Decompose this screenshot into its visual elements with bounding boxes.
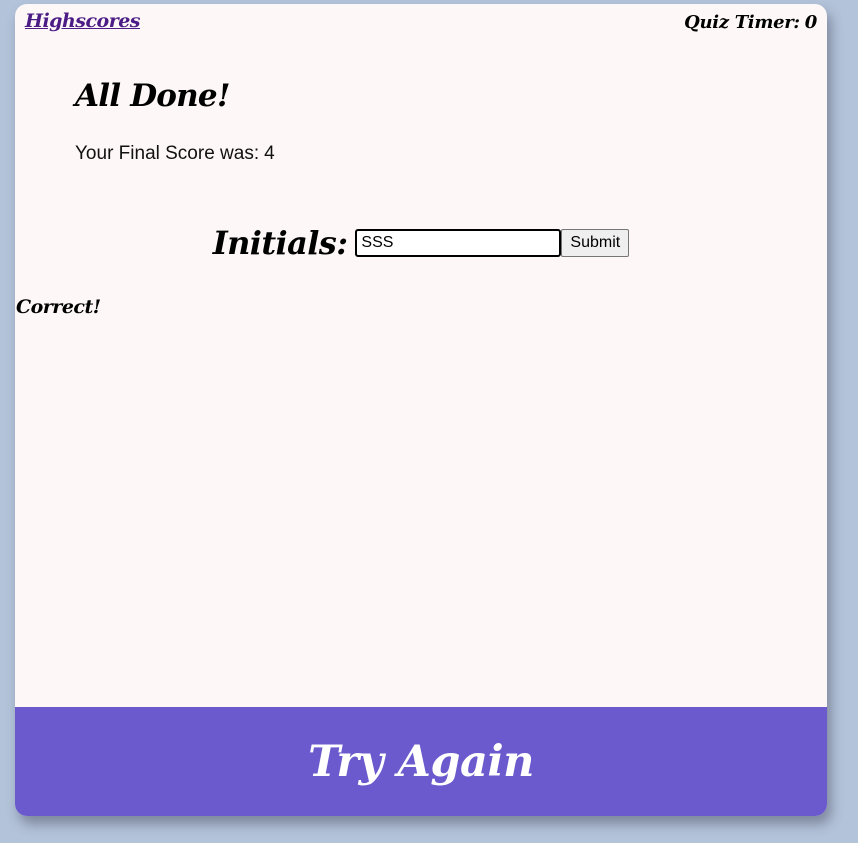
initials-label: Initials: [212, 224, 348, 262]
quiz-timer: Quiz Timer: 0 [684, 12, 817, 33]
final-score-label: Your Final Score was: [75, 143, 260, 164]
answer-feedback: Correct! [16, 296, 101, 318]
initials-form: Initials: Submit [15, 224, 827, 262]
highscores-link[interactable]: Highscores [25, 10, 141, 32]
initials-input[interactable] [355, 229, 562, 257]
timer-value: 0 [804, 12, 818, 33]
submit-button[interactable]: Submit [561, 229, 630, 257]
final-score: Your Final Score was: 4 [75, 143, 275, 165]
page-title: All Done! [75, 78, 230, 114]
quiz-card: Highscores Quiz Timer: 0 All Done! Your F… [15, 4, 827, 816]
final-score-value: 4 [264, 143, 275, 164]
timer-label: Quiz Timer: [684, 12, 800, 33]
try-again-label: Try Again [308, 736, 534, 787]
try-again-button[interactable]: Try Again [15, 707, 827, 816]
